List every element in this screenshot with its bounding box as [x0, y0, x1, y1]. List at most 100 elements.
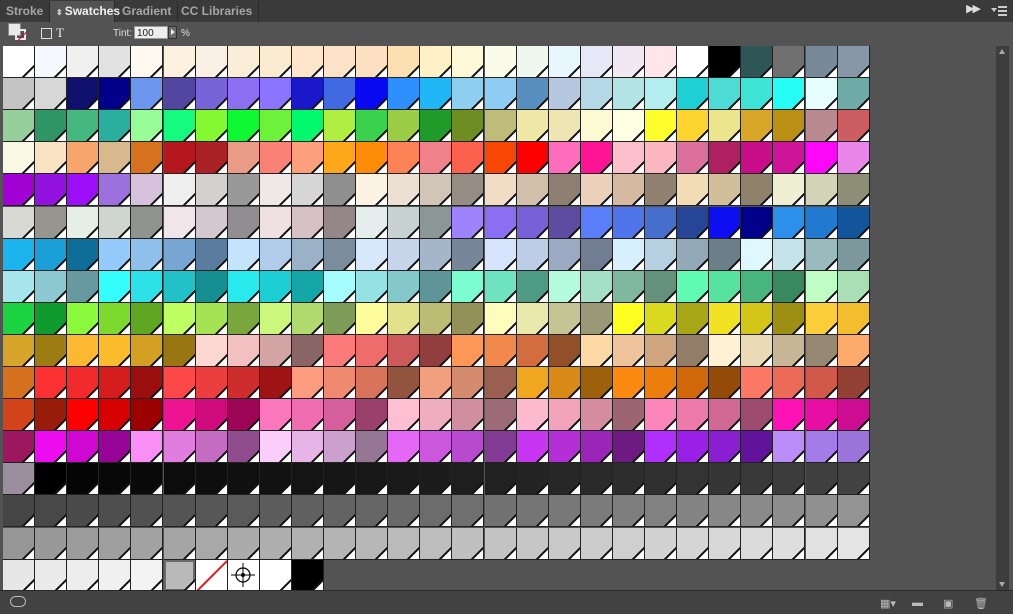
swatch[interactable] [3, 334, 35, 367]
swatch[interactable] [67, 527, 100, 560]
scroll-up-icon[interactable] [999, 49, 1005, 54]
swatch[interactable] [709, 367, 742, 399]
swatch[interactable] [773, 110, 806, 143]
swatch[interactable] [259, 206, 292, 239]
swatch[interactable] [388, 495, 421, 528]
swatch[interactable] [580, 238, 613, 271]
swatch[interactable] [324, 431, 356, 464]
swatch[interactable] [773, 495, 806, 528]
fill-stroke-icon[interactable] [8, 23, 28, 41]
swatch[interactable] [677, 334, 710, 367]
swatch[interactable] [35, 334, 68, 367]
tab-swatches[interactable]: ⬍ Swatches [49, 1, 120, 22]
swatch[interactable] [259, 270, 292, 303]
swatch[interactable] [580, 46, 613, 78]
swatch[interactable] [67, 270, 100, 303]
swatch[interactable] [773, 399, 806, 432]
swatch[interactable] [805, 46, 838, 78]
swatch[interactable] [420, 527, 453, 560]
swatch[interactable] [131, 527, 164, 560]
swatch[interactable] [195, 78, 228, 111]
swatch[interactable] [195, 142, 228, 175]
swatch[interactable] [741, 463, 774, 496]
swatch[interactable] [709, 463, 742, 496]
swatch[interactable] [420, 367, 453, 399]
swatch[interactable] [837, 270, 870, 303]
swatch[interactable] [3, 110, 35, 143]
swatch[interactable] [580, 367, 613, 399]
swatch[interactable] [645, 238, 677, 271]
swatch[interactable] [259, 78, 292, 111]
swatch[interactable] [35, 174, 68, 207]
swatch[interactable] [741, 495, 774, 528]
swatch[interactable] [163, 431, 196, 464]
swatch[interactable] [516, 174, 549, 207]
swatch[interactable] [291, 110, 324, 143]
swatch[interactable] [548, 78, 581, 111]
swatch[interactable] [516, 238, 549, 271]
swatch[interactable] [3, 399, 35, 432]
swatch[interactable] [227, 78, 260, 111]
swatch[interactable] [35, 142, 68, 175]
swatch[interactable] [195, 527, 228, 560]
swatch[interactable] [3, 270, 35, 303]
swatch[interactable] [99, 367, 132, 399]
swatch[interactable] [580, 302, 613, 335]
swatch-view-kind-icon[interactable]: ▦▾ [880, 597, 896, 610]
swatch[interactable] [227, 463, 260, 496]
swatch[interactable] [388, 463, 421, 496]
swatch[interactable] [227, 174, 260, 207]
swatch[interactable] [516, 334, 549, 367]
swatch[interactable] [484, 334, 517, 367]
swatch[interactable] [677, 46, 710, 78]
swatch[interactable] [516, 399, 549, 432]
swatch[interactable] [773, 527, 806, 560]
swatch[interactable] [580, 270, 613, 303]
new-swatch-icon[interactable]: ▣ [943, 597, 953, 610]
swatch[interactable] [131, 270, 164, 303]
swatch[interactable] [35, 206, 68, 239]
swatch[interactable] [420, 399, 453, 432]
swatch[interactable] [388, 302, 421, 335]
swatch[interactable] [227, 270, 260, 303]
swatch[interactable] [131, 302, 164, 335]
cc-libraries-cloud-icon[interactable] [10, 596, 26, 607]
swatch[interactable] [516, 527, 549, 560]
swatch[interactable] [612, 206, 645, 239]
swatch[interactable] [773, 142, 806, 175]
swatch[interactable] [548, 142, 581, 175]
swatch[interactable] [356, 302, 389, 335]
swatch[interactable] [99, 302, 132, 335]
swatch[interactable] [131, 367, 164, 399]
swatch[interactable] [356, 495, 389, 528]
swatch[interactable] [99, 238, 132, 271]
swatch[interactable] [388, 527, 421, 560]
swatch[interactable] [709, 270, 742, 303]
swatch[interactable] [356, 431, 389, 464]
swatch[interactable] [291, 302, 324, 335]
swatch[interactable] [131, 495, 164, 528]
swatch[interactable] [805, 142, 838, 175]
swatch[interactable] [452, 110, 485, 143]
swatch[interactable] [741, 174, 774, 207]
swatch[interactable] [548, 367, 581, 399]
swatch[interactable] [709, 334, 742, 367]
new-color-group-icon[interactable]: ▬ [912, 597, 923, 609]
swatch[interactable] [163, 174, 196, 207]
swatch[interactable] [259, 142, 292, 175]
swatch[interactable] [291, 142, 324, 175]
swatch[interactable] [388, 174, 421, 207]
swatch[interactable] [67, 463, 100, 496]
swatch[interactable] [741, 334, 774, 367]
swatch[interactable] [773, 431, 806, 464]
swatch[interactable] [645, 399, 677, 432]
swatch[interactable] [741, 46, 774, 78]
stroke-swatch-icon[interactable] [15, 29, 26, 40]
swatch[interactable] [837, 238, 870, 271]
swatch[interactable] [3, 367, 35, 399]
swatch[interactable] [99, 334, 132, 367]
swatch[interactable] [580, 399, 613, 432]
swatch[interactable] [388, 367, 421, 399]
delete-swatch-icon[interactable]: 🗑 [974, 597, 988, 610]
swatch[interactable] [259, 302, 292, 335]
